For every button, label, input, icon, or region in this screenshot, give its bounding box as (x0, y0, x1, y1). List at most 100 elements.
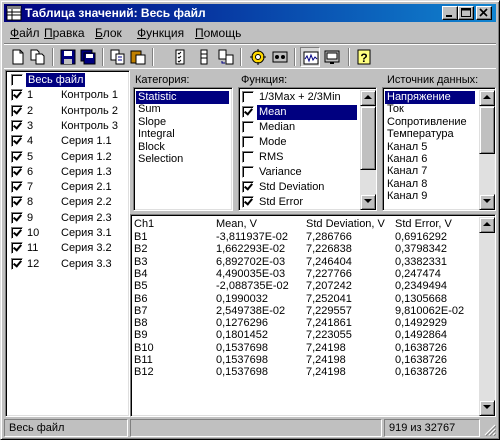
source-item[interactable]: Канал 7 (385, 165, 429, 178)
new-document-button[interactable] (8, 47, 28, 67)
tape-button[interactable] (270, 47, 290, 67)
source-item[interactable]: Канал 8 (385, 178, 429, 191)
table-row[interactable]: B8 0,1276296 7,241861 0,1492929 (131, 317, 477, 330)
scroll-up-button[interactable] (479, 217, 495, 233)
copy-document-button[interactable] (28, 47, 48, 67)
tree-item[interactable]: 12 Серия 3.3 (9, 257, 127, 272)
table-row[interactable]: B5 -2,088735E-02 7,207242 0,2349494 (131, 280, 477, 293)
scroll-up-button[interactable] (479, 90, 495, 106)
checklist-button[interactable] (170, 47, 190, 67)
tree-item[interactable]: 9 Серия 2.3 (9, 211, 127, 226)
title-bar[interactable]: Таблица значений: Весь файл (4, 4, 496, 22)
source-item[interactable]: Ток (385, 103, 406, 116)
tree-item[interactable]: 2 Контроль 2 (9, 104, 127, 119)
tree-item[interactable]: 11 Серия 3.2 (9, 241, 127, 256)
function-checkbox[interactable] (242, 136, 254, 148)
source-item[interactable]: Канал 6 (385, 153, 429, 166)
source-item[interactable]: Канал 5 (385, 141, 429, 154)
tree-checkbox[interactable] (11, 211, 23, 224)
scroll-down-button[interactable] (360, 194, 376, 210)
table-row[interactable]: B4 4,490035E-03 7,227766 0,247474 (131, 268, 477, 281)
tree-item[interactable]: 7 Серия 2.1 (9, 180, 127, 195)
tree-checkbox[interactable] (11, 74, 23, 86)
category-item[interactable]: Slope (136, 116, 168, 129)
copy-button[interactable] (108, 47, 128, 67)
source-list[interactable]: Канал 9 Канал 8 Канал 7 Канал 6 Канал 5 Темпе… (382, 87, 496, 211)
menu-edit[interactable]: Правка (44, 26, 85, 40)
table-row[interactable]: B9 0,1801452 7,223055 0,1492864 (131, 329, 477, 342)
function-checkbox[interactable] (242, 106, 254, 118)
export-button[interactable] (322, 47, 342, 67)
table-row[interactable]: B11 0,1537698 7,24198 0,1638726 (131, 354, 477, 367)
channel-tree[interactable]: Весь файл 1 Контроль 1 2 Контроль 2 3 Контроль… (5, 70, 130, 417)
category-list[interactable]: Statistic Sum Slope Integral Block Selection (133, 87, 233, 211)
settings-button[interactable] (248, 47, 268, 67)
resize-grip-icon[interactable] (484, 424, 496, 436)
table-row[interactable]: B7 2,549738E-02 7,229557 9,810062E-02 (131, 305, 477, 318)
tree-item[interactable]: 1 Контроль 1 (9, 88, 127, 103)
menu-file[interactable]: Файл (10, 26, 40, 40)
tree-checkbox[interactable] (11, 227, 23, 239)
category-item[interactable]: Statistic (136, 91, 229, 104)
category-item[interactable]: Integral (136, 128, 177, 141)
tree-checkbox[interactable] (11, 181, 23, 194)
table-row[interactable]: B2 1,662293E-02 7,226838 0,3798342 (131, 243, 477, 256)
save-all-button[interactable] (78, 47, 98, 67)
tree-checkbox[interactable] (11, 165, 23, 178)
tree-item[interactable]: 4 Серия 1.1 (9, 134, 127, 149)
paste-button[interactable] (128, 47, 148, 67)
columns-button[interactable] (194, 47, 214, 67)
function-checkbox[interactable] (242, 166, 254, 178)
source-item[interactable]: Сопротивление (385, 116, 469, 129)
scroll-down-button[interactable] (479, 400, 495, 416)
function-checkbox[interactable] (242, 181, 254, 193)
tree-checkbox[interactable] (11, 135, 23, 148)
tree-item[interactable]: 6 Серия 1.3 (9, 165, 127, 180)
waveform-button[interactable] (300, 47, 320, 67)
tree-checkbox[interactable] (11, 119, 23, 132)
menu-help[interactable]: Помощь (195, 26, 241, 40)
category-item[interactable]: Sum (136, 103, 163, 116)
table-scrollbar[interactable] (479, 217, 495, 416)
tree-item[interactable]: 8 Серия 2.2 (9, 195, 127, 210)
table-row[interactable]: B3 6,892702E-03 7,246404 0,3382331 (131, 256, 477, 269)
function-checkbox[interactable] (242, 151, 254, 163)
tree-item[interactable]: 3 Контроль 3 (9, 119, 127, 134)
source-item[interactable]: Напряжение (385, 91, 475, 104)
tree-item-all[interactable]: Весь файл (9, 73, 127, 88)
category-item[interactable]: Block (136, 141, 167, 154)
help-button[interactable]: ? (354, 47, 374, 67)
menu-block[interactable]: Блок (95, 26, 122, 40)
table-row[interactable]: B6 0,1990032 7,252041 0,1305668 (131, 293, 477, 306)
tree-checkbox[interactable] (11, 89, 23, 102)
table-row[interactable]: B10 0,1537698 7,24198 0,1638726 (131, 342, 477, 355)
tree-checkbox[interactable] (11, 104, 23, 117)
tree-checkbox[interactable] (11, 150, 23, 163)
minimize-button[interactable] (442, 6, 458, 20)
tree-checkbox[interactable] (11, 242, 23, 255)
source-scrollbar[interactable] (479, 90, 495, 210)
function-checkbox[interactable] (242, 91, 254, 103)
scroll-thumb[interactable] (479, 106, 495, 154)
tree-item[interactable]: 5 Серия 1.2 (9, 150, 127, 165)
scroll-thumb[interactable] (360, 106, 376, 170)
scroll-down-button[interactable] (479, 194, 495, 210)
function-checkbox[interactable] (242, 196, 254, 208)
tree-item[interactable]: 10 Серия 3.1 (9, 226, 127, 241)
table-row[interactable]: B12 0,1537698 7,24198 0,1638726 (131, 366, 477, 379)
function-checkbox[interactable] (242, 121, 254, 133)
category-item[interactable]: Selection (136, 153, 185, 166)
maximize-button[interactable] (458, 6, 474, 20)
menu-function[interactable]: Функция (137, 26, 184, 40)
function-list[interactable]: Std Error Std Deviation Variance RMS Mode Med… (238, 87, 377, 211)
tree-checkbox[interactable] (11, 257, 23, 270)
source-item[interactable]: Канал 9 (385, 190, 429, 203)
tree-checkbox[interactable] (11, 196, 23, 209)
function-scrollbar[interactable] (360, 90, 376, 210)
swap-button[interactable] (216, 47, 236, 67)
close-button[interactable] (476, 6, 492, 20)
results-table[interactable]: Ch1 Mean, V Std Deviation, V Std Error, V B1… (130, 214, 496, 417)
table-row[interactable]: B1 -3,811937E-02 7,286766 0,6916292 (131, 231, 477, 244)
source-item[interactable]: Температура (385, 128, 456, 141)
scroll-up-button[interactable] (360, 90, 376, 106)
